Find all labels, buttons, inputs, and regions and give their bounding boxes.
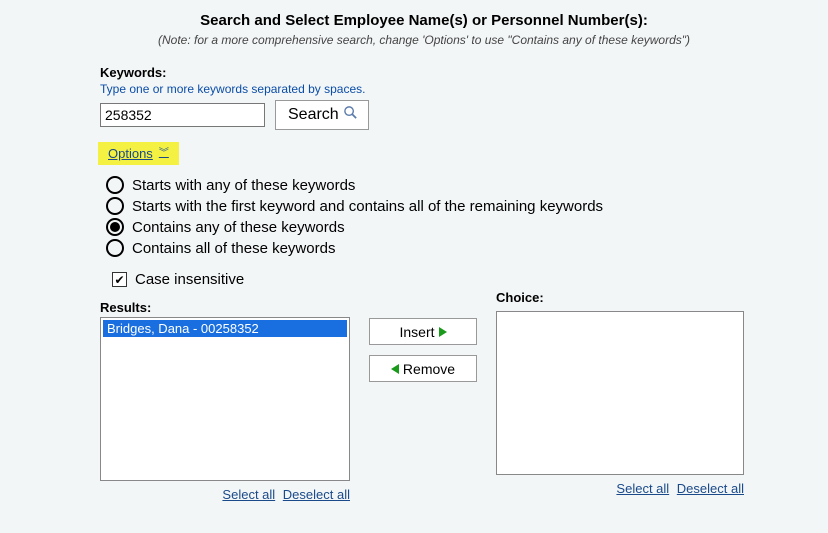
radio-starts-first-contains-rest-label: Starts with the first keyword and contai… xyxy=(132,198,603,215)
choice-listbox[interactable] xyxy=(496,311,744,475)
arrow-right-icon xyxy=(439,327,447,337)
radio-contains-any-label: Contains any of these keywords xyxy=(132,219,345,236)
search-button[interactable]: Search xyxy=(275,100,369,130)
insert-button[interactable]: Insert xyxy=(369,318,477,345)
keywords-input[interactable] xyxy=(100,103,265,127)
page-title: Search and Select Employee Name(s) or Pe… xyxy=(100,12,748,29)
radio-starts-first-contains-rest[interactable] xyxy=(106,197,124,215)
options-toggle[interactable]: Options ︾ xyxy=(98,142,179,165)
radio-contains-all-label: Contains all of these keywords xyxy=(132,240,335,257)
arrow-left-icon xyxy=(391,364,399,374)
keywords-hint: Type one or more keywords separated by s… xyxy=(100,82,748,96)
remove-button[interactable]: Remove xyxy=(369,355,477,382)
choice-deselect-all-link[interactable]: Deselect all xyxy=(677,481,744,496)
results-deselect-all-link[interactable]: Deselect all xyxy=(283,487,350,502)
options-toggle-label: Options xyxy=(108,146,153,161)
radio-contains-all[interactable] xyxy=(106,239,124,257)
choice-label: Choice: xyxy=(496,290,744,305)
keywords-label: Keywords: xyxy=(100,65,748,80)
search-icon xyxy=(343,105,358,125)
page-note: (Note: for a more comprehensive search, … xyxy=(100,33,748,47)
results-label: Results: xyxy=(100,300,350,315)
list-item[interactable]: Bridges, Dana - 00258352 xyxy=(103,320,347,337)
results-listbox[interactable]: Bridges, Dana - 00258352 xyxy=(100,317,350,481)
remove-button-label: Remove xyxy=(403,361,455,377)
results-select-all-link[interactable]: Select all xyxy=(222,487,275,502)
case-insensitive-label: Case insensitive xyxy=(135,271,244,288)
case-insensitive-checkbox[interactable]: ✔ xyxy=(112,272,127,287)
chevron-down-icon: ︾ xyxy=(159,152,169,156)
radio-starts-any-label: Starts with any of these keywords xyxy=(132,177,355,194)
radio-starts-any[interactable] xyxy=(106,176,124,194)
radio-contains-any[interactable] xyxy=(106,218,124,236)
choice-select-all-link[interactable]: Select all xyxy=(616,481,669,496)
insert-button-label: Insert xyxy=(399,324,434,340)
search-button-label: Search xyxy=(288,106,339,124)
